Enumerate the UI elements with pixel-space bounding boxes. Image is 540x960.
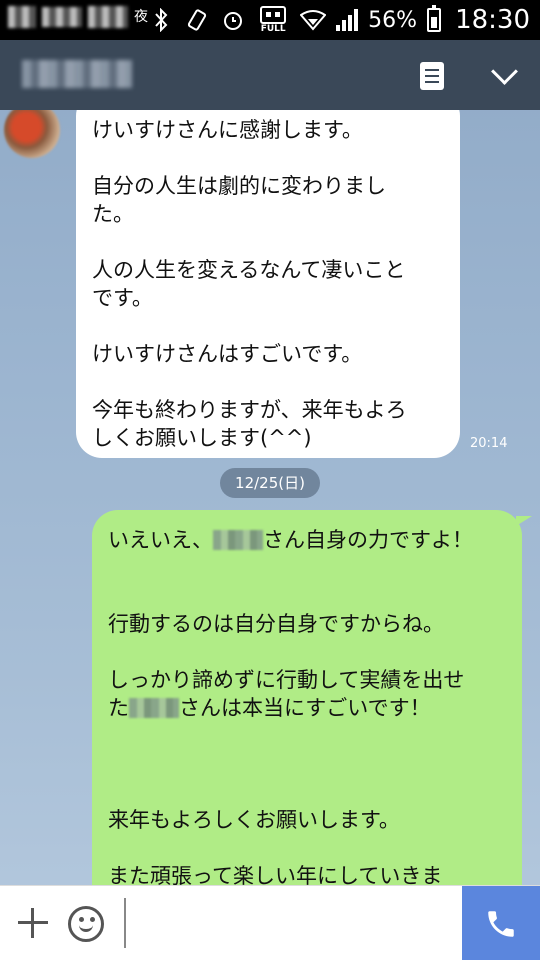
notification-icons: [8, 6, 128, 28]
message-line: いえいえ、 さん自身の力ですよ！: [108, 526, 508, 554]
message-line: 自分の人生は劇的に変わりまし: [92, 174, 386, 198]
message-input[interactable]: [124, 898, 458, 948]
notes-icon[interactable]: [420, 62, 444, 90]
message-line: 人の人生を変えるなんて凄いこと: [92, 258, 406, 282]
input-bar: [0, 885, 540, 960]
message-line: 今年も終わりますが、来年もよろ: [92, 398, 407, 422]
notification-icon-blurred: [8, 6, 36, 28]
message-time: 20:14: [470, 436, 508, 451]
redacted-name: [129, 698, 179, 718]
message-line: 来年もよろしくお願いします。: [108, 808, 400, 832]
message-line: けいすけさんはすごいです。: [92, 342, 363, 366]
outgoing-message[interactable]: いえいえ、 さん自身の力ですよ！ 行動するのは自分自身ですからね。 しっかり諦めず…: [92, 510, 532, 885]
message-line: た。: [92, 202, 134, 226]
redacted-name: [213, 530, 263, 550]
message-line: た さんは本当にすごいです！: [108, 694, 508, 722]
full-screen-icon: FULL: [256, 6, 290, 34]
clock: 18:30: [455, 5, 530, 35]
battery-icon: [427, 5, 442, 32]
chat-area[interactable]: けいすけさんに感謝します。 自分の人生は劇的に変わりまし た。 人の人生を変える…: [0, 110, 540, 885]
message-text: さん自身の力ですよ！: [263, 528, 473, 552]
alarm-icon: [220, 7, 246, 33]
chevron-down-icon[interactable]: [486, 60, 526, 90]
message-line: しくお願いします(^^): [92, 426, 312, 450]
message-line: 行動するのは自分自身ですからね。: [108, 612, 444, 636]
battery-percent: 56%: [368, 7, 418, 33]
emoji-icon[interactable]: [68, 906, 104, 942]
signal-icon: [336, 9, 359, 31]
message-line: [92, 312, 442, 340]
wifi-icon: [300, 7, 327, 33]
notification-icon-blurred: [88, 6, 128, 28]
vibrate-icon: [184, 7, 210, 33]
contact-name-redacted[interactable]: [22, 60, 132, 88]
message-line: [92, 228, 442, 256]
full-label: FULL: [260, 24, 286, 34]
call-button[interactable]: [462, 886, 540, 960]
message-line: [92, 368, 442, 396]
message-line: です。: [92, 286, 153, 310]
message-line: けいすけさんに感謝します。: [92, 118, 363, 142]
message-text: た: [108, 696, 129, 720]
message-text: さんは本当にすごいです！: [179, 696, 431, 720]
plus-icon[interactable]: [16, 906, 50, 940]
status-bar: 夜 FULL 56% 18:30: [0, 0, 540, 40]
message-line: また頑張って楽しい年にしていきま: [108, 864, 443, 885]
bluetooth-icon: [148, 7, 174, 33]
message-text: いえいえ、: [108, 528, 213, 552]
avatar[interactable]: [4, 110, 60, 158]
message-line: [92, 144, 442, 172]
chat-header: [0, 40, 540, 110]
phone-icon: [488, 910, 514, 937]
night-label: 夜: [134, 9, 148, 25]
message-line: しっかり諦めずに行動して実績を出せ: [108, 668, 465, 692]
date-separator: 12/25(日): [220, 468, 320, 498]
incoming-message[interactable]: けいすけさんに感謝します。 自分の人生は劇的に変わりまし た。 人の人生を変える…: [76, 110, 460, 458]
notification-icon-blurred: [42, 7, 82, 27]
